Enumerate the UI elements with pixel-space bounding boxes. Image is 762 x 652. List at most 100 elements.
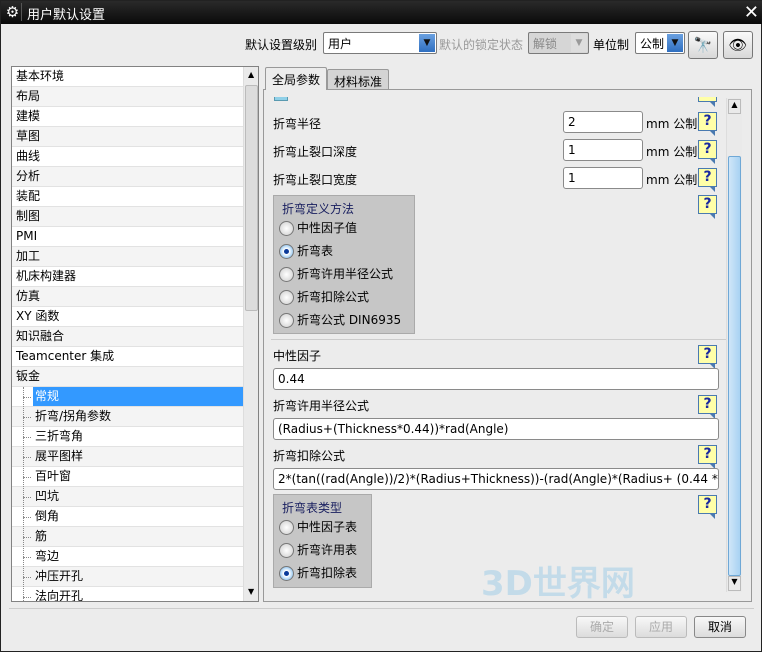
radio-option[interactable]: 中性因子表 [279,518,357,538]
title-bar: ⚙ 用户默认设置 ✕ [1,1,762,24]
help-icon[interactable]: ? [698,445,717,469]
tree-item-label: 基本环境 [16,69,65,83]
level-label: 默认设置级别 [245,38,318,52]
tree-item-label: 布局 [16,89,41,103]
help-icon[interactable]: ? [698,112,717,136]
close-icon[interactable]: ✕ [744,2,759,23]
tree-subitem[interactable]: 展平图样 [12,447,243,467]
tree-item[interactable]: 机床构建器 [12,267,243,287]
neutral-factor-input[interactable]: 0.44 [273,368,719,390]
scroll-up-icon[interactable]: ▲ [728,99,741,114]
radio-label: 折弯许用表 [297,543,358,557]
tree-item-label: XY 函数 [16,309,60,323]
tree-item[interactable]: Teamcenter 集成 [12,347,243,367]
scroll-down-icon[interactable]: ▼ [248,587,254,596]
gear-icon[interactable]: ⚙ [4,3,22,21]
param-unit: mm 公制 [646,173,698,187]
deduction-formula-input[interactable]: 2*(tan((rad(Angle))/2)*(Radius+Thickness… [273,468,719,490]
radio-icon [279,566,294,581]
tree-item-label: 冲压开孔 [35,569,84,583]
help-icon[interactable]: ? [698,140,717,164]
ok-button[interactable]: 确定 [576,616,628,638]
radio-option[interactable]: 折弯表 [279,242,333,262]
tree-subitem[interactable]: 三折弯角 [12,427,243,447]
level-select[interactable]: 用户 ▼ [323,32,437,54]
dialog-window: ⚙ 用户默认设置 ✕ 默认设置级别 用户 ▼ 默认的锁定状态 解锁 ▼ 单位制 公制… [0,0,762,652]
radio-option[interactable]: 折弯公式 DIN6935 [279,311,401,331]
tree-item[interactable]: 草图 [12,127,243,147]
tab-global-params[interactable]: 全局参数 [265,67,328,90]
eye-pen-icon[interactable]: 👁 [723,31,753,59]
scroll-thumb[interactable] [728,156,741,576]
tree-item-label: 倒角 [35,509,60,523]
cancel-button[interactable]: 取消 [694,616,746,638]
radio-option[interactable]: 折弯扣除公式 [279,288,369,308]
unit-label: 单位制 [593,38,630,52]
tree-subitem[interactable]: 凹坑 [12,487,243,507]
radio-label: 折弯公式 DIN6935 [297,313,402,327]
tree-subitem[interactable]: 筋 [12,527,243,547]
radio-option[interactable]: 折弯许用表 [279,541,357,561]
help-icon[interactable]: ? [698,168,717,192]
tree-subitem[interactable]: 冲压开孔 [12,567,243,587]
param-label: 折弯止裂口深度 [273,145,358,159]
apply-button[interactable]: 应用 [635,616,687,638]
radio-icon [279,313,294,328]
radio-option[interactable]: 折弯扣除表 [279,564,357,584]
tree-item[interactable]: 曲线 [12,147,243,167]
radio-label: 中性因子表 [297,520,358,534]
tree-item[interactable]: 布局 [12,87,243,107]
tree-item-label: 法向开孔 [35,589,84,602]
tree-subitem[interactable]: 折弯/拐角参数 [12,407,243,427]
tree-item[interactable]: 装配 [12,187,243,207]
tree-item-label: 钣金 [16,369,41,383]
category-tree: 基本环境布局建模 草图 曲线 分析 装配 制图 PMI 加工 机床构建器 仿真 XY 函数知识融合 T… [11,66,259,602]
lock-select: 解锁 ▼ [528,32,589,54]
radio-label: 折弯扣除公式 [297,290,370,304]
tree-subitem[interactable]: 弯边 [12,547,243,567]
tree-item[interactable]: 加工 [12,247,243,267]
tree-item-label: 弯边 [35,549,60,563]
help-icon[interactable]: ? [698,345,717,369]
tree-scrollbar[interactable]: ▲ ▼ [243,67,258,601]
tree-item[interactable]: 钣金 [12,367,243,387]
tree-item[interactable]: 基本环境 [12,67,243,87]
chevron-down-icon: ▼ [571,34,587,52]
scroll-down-icon[interactable]: ▼ [728,576,741,591]
tree-subitem[interactable]: 百叶窗 [12,467,243,487]
radio-option[interactable]: 折弯许用半径公式 [279,265,393,285]
unit-select[interactable]: 公制 ▼ [635,32,685,54]
radio-option[interactable]: 中性因子值 [279,219,357,239]
bend-method-title: 折弯定义方法 [282,202,355,216]
radio-icon [279,543,294,558]
tree-item[interactable]: 分析 [12,167,243,187]
tab-material-standard[interactable]: 材料标准 [327,69,390,91]
params-scrollbar[interactable]: ▲ ▼ [726,98,742,592]
tree-item-label: 展平图样 [35,449,84,463]
param-input[interactable]: 2 [563,111,643,133]
params-panel: ? 折弯半径 2 mm 公制 ? 折弯止裂口深度 1 mm 公制 ? 折弯止裂口宽度… [271,97,726,591]
checkbox[interactable] [274,97,288,101]
tree-item[interactable]: 制图 [12,207,243,227]
tree-item[interactable]: 仿真 [12,287,243,307]
radio-icon [279,267,294,282]
param-input[interactable]: 1 [563,139,643,161]
tree-item[interactable]: XY 函数 [12,307,243,327]
help-icon[interactable]: ? [698,97,717,107]
tree-item[interactable]: 建模 [12,107,243,127]
param-input[interactable]: 1 [563,167,643,189]
scroll-thumb[interactable] [245,85,258,311]
tree-subitem[interactable]: 法向开孔 [12,587,243,602]
tree-item[interactable]: PMI [12,227,243,247]
help-icon[interactable]: ? [698,195,717,219]
tree-item-label: 知识融合 [16,329,65,343]
tree-subitem[interactable]: 常规 [12,387,243,407]
tree-item[interactable]: 知识融合 [12,327,243,347]
allowance-formula-input[interactable]: (Radius+(Thickness*0.44))*rad(Angle) [273,418,719,440]
help-icon[interactable]: ? [698,395,717,419]
scroll-up-icon[interactable]: ▲ [248,70,254,79]
binoculars-icon[interactable]: 🔭 [688,31,718,59]
tree-subitem[interactable]: 倒角 [12,507,243,527]
radio-label: 中性因子值 [297,221,358,235]
help-icon[interactable]: ? [698,495,717,519]
